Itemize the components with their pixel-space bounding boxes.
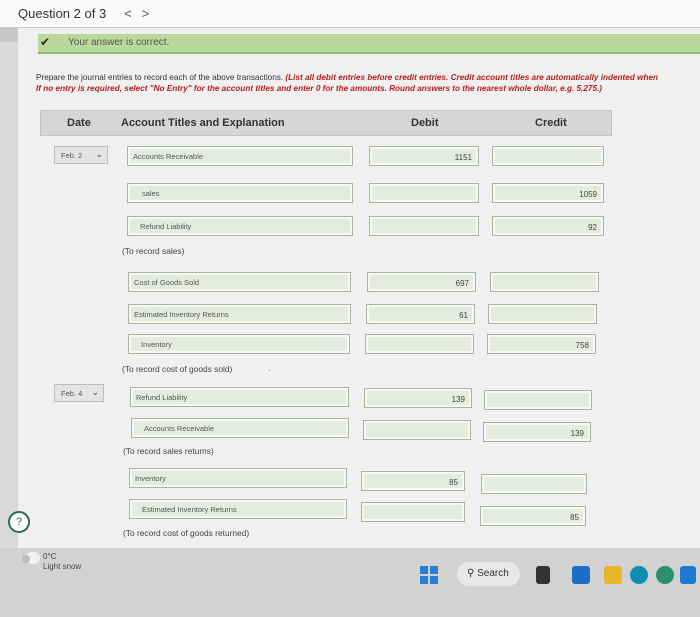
account-field[interactable]: Accounts Receivable [127,146,353,166]
instructions-emphasis-1: (List all debit entries before credit en… [285,73,659,82]
credit-field[interactable]: 1059 [492,183,604,203]
instructions: Prepare the journal entries to record ea… [36,72,700,94]
question-header: Question 2 of 3 <> [0,0,700,28]
credit-column-header: Credit [535,117,567,129]
debit-field[interactable] [363,420,471,440]
debit-field[interactable]: 139 [364,388,472,408]
question-label: Question 2 of 3 [18,6,107,21]
next-question-button[interactable]: > [142,6,160,21]
chrome-icon[interactable] [656,566,674,584]
debit-field[interactable] [369,216,479,236]
account-field[interactable]: Estimated Inventory Returns [128,304,351,324]
browser-edge-icon[interactable] [630,566,648,584]
file-explorer-icon[interactable] [536,566,550,584]
date-select-feb4[interactable]: Feb. 4 ⌄ [54,384,104,402]
credit-field[interactable] [490,272,599,292]
credit-field[interactable]: 758 [487,334,596,354]
account-field[interactable]: Inventory [128,334,350,354]
weather-icon [22,552,40,564]
credit-field[interactable] [481,474,587,494]
account-field[interactable]: Refund Liability [130,387,349,407]
taskbar-search[interactable]: ⚲ Search [457,562,520,586]
credit-field[interactable] [484,390,592,410]
temperature: 0°C [43,552,57,561]
entry-note: (To record sales returns) [123,446,214,456]
weather-widget[interactable]: 0°C Light snow [43,552,81,572]
journal-table-header: Date Account Titles and Explanation Debi… [40,110,612,136]
account-field[interactable]: Estimated Inventory Returns [129,499,347,519]
instructions-emphasis-2: If no entry is required, select "No Entr… [36,84,602,93]
account-field[interactable]: Accounts Receivable [131,418,349,438]
weather-condition: Light snow [43,562,82,571]
instructions-plain: Prepare the journal entries to record ea… [36,73,286,82]
entry-note: (To record cost of goods returned) [123,528,250,538]
windows-start-icon[interactable] [420,566,438,584]
video-app-icon[interactable] [572,566,590,584]
entry-note: (To record sales) [122,246,185,256]
chevron-down-icon: ⌄ [95,149,103,159]
account-field[interactable]: sales [127,183,353,203]
date-select-value: Feb. 4 [61,389,83,398]
date-select-value: Feb. 2 [61,151,83,160]
account-column-header: Account Titles and Explanation [121,117,285,129]
account-field[interactable]: Refund Liability [127,216,353,236]
entry-note: (To record cost of goods sold) [122,364,233,374]
date-select-feb2[interactable]: Feb. 2 ⌄ [54,146,108,164]
correct-message: Your answer is correct. [68,37,170,48]
credit-field[interactable]: 85 [480,506,586,526]
debit-field[interactable]: 697 [367,272,476,292]
correct-banner: ✔ Your answer is correct. [38,34,700,54]
windows-taskbar [0,548,700,617]
chevron-down-icon: ⌄ [91,387,99,397]
date-column-header: Date [67,117,91,129]
credit-field[interactable] [492,146,604,166]
debit-field[interactable]: 85 [361,471,465,491]
prev-question-button[interactable]: < [124,6,142,21]
debit-field[interactable] [365,334,474,354]
search-label: Search [477,568,509,579]
debit-column-header: Debit [411,117,439,129]
credit-field[interactable] [488,304,597,324]
folder-icon[interactable] [604,566,622,584]
debit-field[interactable]: 1151 [369,146,479,166]
question-nav: <> [124,6,159,21]
credit-field[interactable]: 139 [483,422,591,442]
credit-field[interactable]: 92 [492,216,604,236]
account-field[interactable]: Inventory [129,468,347,488]
help-icon[interactable]: ? [8,511,30,533]
checkmark-icon: ✔ [40,35,51,49]
debit-field[interactable] [361,502,465,522]
search-icon: ⚲ [467,568,475,579]
store-icon[interactable] [680,566,696,584]
debit-field[interactable] [369,183,479,203]
debit-field[interactable]: 61 [366,304,475,324]
stray-mark: · [268,366,271,375]
account-field[interactable]: Cost of Goods Sold [128,272,351,292]
